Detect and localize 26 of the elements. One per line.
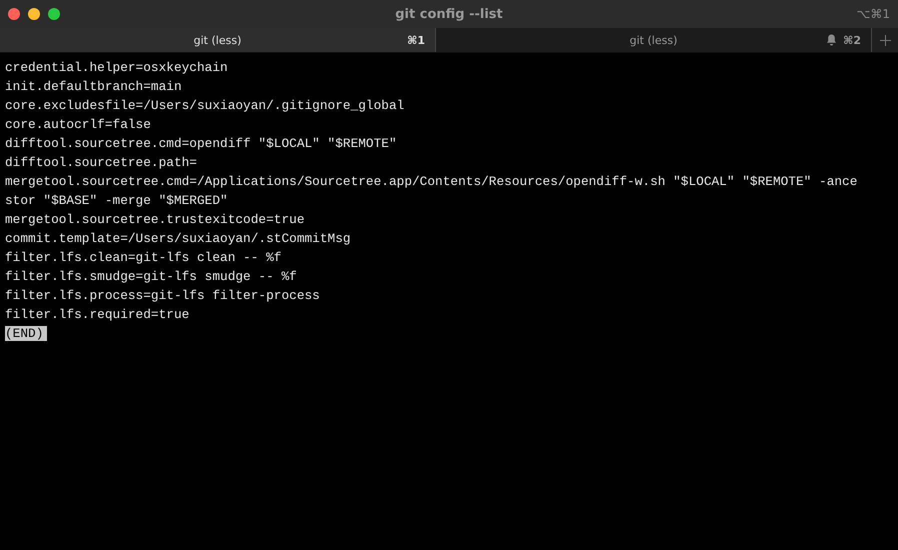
output-line: commit.template=/Users/suxiaoyan/.stCommitMsg [5, 231, 351, 246]
output-line: filter.lfs.process=git-lfs filter-process [5, 288, 320, 303]
output-line: core.autocrlf=false [5, 117, 151, 132]
output-line: mergetool.sourcetree.cmd=/Applications/Sourcetree.app/Contents/Resources/opendiff-w.sh "$LOCAL" "$REMOTE" -ance [5, 174, 858, 189]
window-title: git config --list [395, 6, 503, 22]
output-line: filter.lfs.required=true [5, 307, 190, 322]
output-line: filter.lfs.clean=git-lfs clean -- %f [5, 250, 282, 265]
tab-shortcut: ⌘1 [407, 34, 425, 46]
output-line: credential.helper=osxkeychain [5, 60, 228, 75]
output-line: filter.lfs.smudge=git-lfs smudge -- %f [5, 269, 297, 284]
tab-label: git (less) [630, 34, 678, 46]
output-line: core.excludesfile=/Users/suxiaoyan/.gitignore_global [5, 98, 404, 113]
output-line: difftool.sourcetree.path= [5, 155, 197, 170]
tab[interactable]: git (less) ⌘1 [0, 28, 436, 52]
window-shortcut: ⌥⌘1 [856, 7, 890, 21]
tab-label: git (less) [194, 34, 242, 46]
output-line: difftool.sourcetree.cmd=opendiff "$LOCAL" "$REMOTE" [5, 136, 397, 151]
plus-icon [880, 34, 890, 46]
close-button[interactable] [8, 8, 20, 20]
minimize-button[interactable] [28, 8, 40, 20]
output-line: stor "$BASE" -merge "$MERGED" [5, 193, 228, 208]
output-line: init.defaultbranch=main [5, 79, 182, 94]
zoom-button[interactable] [48, 8, 60, 20]
tab-shortcut: ⌘2 [843, 34, 861, 46]
pager-prompt: (END) [5, 326, 48, 341]
output-line: mergetool.sourcetree.trustexitcode=true [5, 212, 304, 227]
